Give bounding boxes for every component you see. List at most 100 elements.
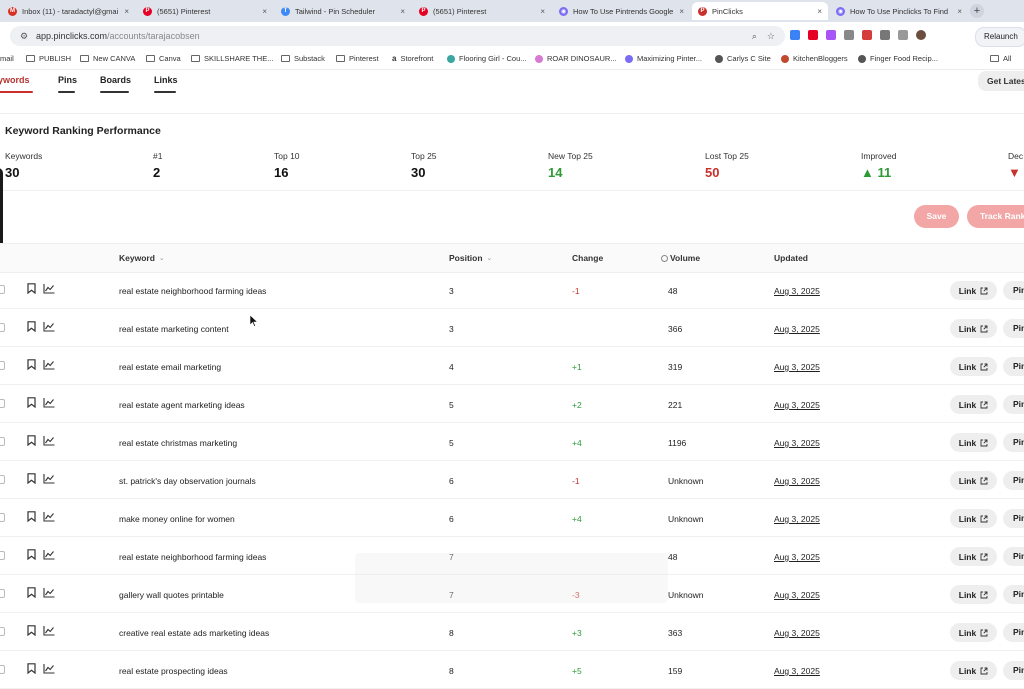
row-checkbox[interactable] (0, 437, 5, 446)
bookmark-icon[interactable] (27, 283, 36, 294)
close-tab-icon[interactable]: × (540, 7, 545, 16)
bookmark-item[interactable]: Maximizing Pinter... (625, 54, 702, 63)
drag-handle[interactable] (0, 168, 3, 254)
pin-button[interactable]: Pin (1003, 357, 1024, 376)
link-button[interactable]: Link (950, 585, 997, 604)
bookmark-item[interactable]: Finger Food Recip... (858, 54, 938, 63)
close-tab-icon[interactable]: × (400, 7, 405, 16)
close-tab-icon[interactable]: × (124, 7, 129, 16)
row-checkbox[interactable] (0, 513, 5, 522)
browser-tab[interactable]: T Tailwind - Pin Scheduler × (275, 2, 411, 20)
puzzle-icon[interactable] (880, 30, 890, 40)
bookmark-item[interactable]: Canva (146, 54, 181, 63)
updated-cell[interactable]: Aug 3, 2025 (774, 514, 820, 524)
updated-cell[interactable]: Aug 3, 2025 (774, 666, 820, 676)
link-button[interactable]: Link (950, 395, 997, 414)
pin-button[interactable]: Pin (1003, 433, 1024, 452)
bookmark-item[interactable]: ROAR DINOSAUR... (535, 54, 617, 63)
link-button[interactable]: Link (950, 547, 997, 566)
link-button[interactable]: Link (950, 319, 997, 338)
bookmark-item[interactable]: Substack (281, 54, 325, 63)
browser-tab[interactable]: M Inbox (11) - taradactyl@gmai × (2, 2, 135, 20)
bookmark-item[interactable]: PUBLISH (26, 54, 71, 63)
link-button[interactable]: Link (950, 281, 997, 300)
bookmark-item[interactable]: mail (0, 54, 14, 63)
close-tab-icon[interactable]: × (262, 7, 267, 16)
row-checkbox[interactable] (0, 589, 5, 598)
close-tab-icon[interactable]: × (957, 7, 962, 16)
bookmark-icon[interactable] (27, 587, 36, 598)
bookmark-item[interactable]: Pinterest (336, 54, 379, 63)
extension-icon[interactable] (844, 30, 854, 40)
updated-cell[interactable]: Aug 3, 2025 (774, 324, 820, 334)
column-header-keyword[interactable]: Keyword ⌄ (119, 253, 165, 263)
link-button[interactable]: Link (950, 661, 997, 680)
updated-cell[interactable]: Aug 3, 2025 (774, 552, 820, 562)
bookmark-item[interactable]: Carlys C Site (715, 54, 771, 63)
pin-button[interactable]: Pin (1003, 585, 1024, 604)
bookmark-item[interactable]: Flooring Girl - Cou... (447, 54, 527, 63)
pin-button[interactable]: Pin (1003, 319, 1024, 338)
save-button[interactable]: Save (914, 205, 959, 228)
track-rank-button[interactable]: Track Rank (967, 205, 1024, 228)
search-icon[interactable]: ⌕ (752, 31, 757, 42)
updated-cell[interactable]: Aug 3, 2025 (774, 286, 820, 296)
row-checkbox[interactable] (0, 627, 5, 636)
pin-button[interactable]: Pin (1003, 281, 1024, 300)
bookmark-icon[interactable] (27, 359, 36, 370)
bookmark-star-icon[interactable]: ☆ (767, 31, 775, 42)
column-header-position[interactable]: Position ⌄ (449, 253, 492, 263)
trend-chart-icon[interactable] (43, 549, 55, 560)
trend-chart-icon[interactable] (43, 321, 55, 332)
trend-chart-icon[interactable] (43, 511, 55, 522)
link-button[interactable]: Link (950, 509, 997, 528)
trend-chart-icon[interactable] (43, 397, 55, 408)
profile-avatar[interactable] (916, 30, 926, 40)
row-checkbox[interactable] (0, 399, 5, 408)
address-bar[interactable]: ⚙ app.pinclicks.com/accounts/tarajacobse… (10, 26, 785, 46)
link-button[interactable]: Link (950, 433, 997, 452)
pinterest-extension-icon[interactable] (808, 30, 818, 40)
site-settings-icon[interactable]: ⚙ (20, 31, 30, 41)
tab-keywords[interactable]: ywords (0, 75, 33, 93)
extension-icon[interactable] (826, 30, 836, 40)
trend-chart-icon[interactable] (43, 359, 55, 370)
updated-cell[interactable]: Aug 3, 2025 (774, 400, 820, 410)
row-checkbox[interactable] (0, 551, 5, 560)
trend-chart-icon[interactable] (43, 663, 55, 674)
close-tab-icon[interactable]: × (679, 7, 684, 16)
row-checkbox[interactable] (0, 323, 5, 332)
bookmark-icon[interactable] (27, 625, 36, 636)
trend-chart-icon[interactable] (43, 283, 55, 294)
browser-tab[interactable]: ◉ How To Use Pinclicks To Find × (830, 2, 968, 20)
extension-icon[interactable] (790, 30, 800, 40)
updated-cell[interactable]: Aug 3, 2025 (774, 628, 820, 638)
pin-button[interactable]: Pin (1003, 395, 1024, 414)
trend-chart-icon[interactable] (43, 625, 55, 636)
pin-button[interactable]: Pin (1003, 509, 1024, 528)
browser-tab[interactable]: P PinClicks × (692, 2, 828, 20)
info-icon[interactable] (661, 254, 668, 262)
link-button[interactable]: Link (950, 357, 997, 376)
get-latest-button[interactable]: Get Latest (978, 71, 1024, 91)
bookmark-item[interactable]: a Storefront (392, 54, 433, 63)
sidebar-icon[interactable] (898, 30, 908, 40)
bookmark-item[interactable]: New CANVA (80, 54, 135, 63)
browser-tab[interactable]: ◉ How To Use Pintrends Google × (553, 2, 690, 20)
row-checkbox[interactable] (0, 475, 5, 484)
bookmark-icon[interactable] (27, 435, 36, 446)
trend-chart-icon[interactable] (43, 473, 55, 484)
bookmark-icon[interactable] (27, 321, 36, 332)
close-tab-icon[interactable]: × (817, 7, 822, 16)
updated-cell[interactable]: Aug 3, 2025 (774, 476, 820, 486)
extension-icon[interactable] (862, 30, 872, 40)
browser-tab[interactable]: P (5651) Pinterest × (413, 2, 551, 20)
bookmark-icon[interactable] (27, 397, 36, 408)
bookmark-item[interactable]: SKILLSHARE THE... (191, 54, 273, 63)
bookmark-icon[interactable] (27, 473, 36, 484)
tab-boards[interactable]: Boards (100, 75, 131, 93)
relaunch-button[interactable]: Relaunch to (975, 27, 1024, 59)
tab-links[interactable]: Links (154, 75, 178, 93)
updated-cell[interactable]: Aug 3, 2025 (774, 362, 820, 372)
bookmark-item[interactable]: All (990, 54, 1011, 63)
